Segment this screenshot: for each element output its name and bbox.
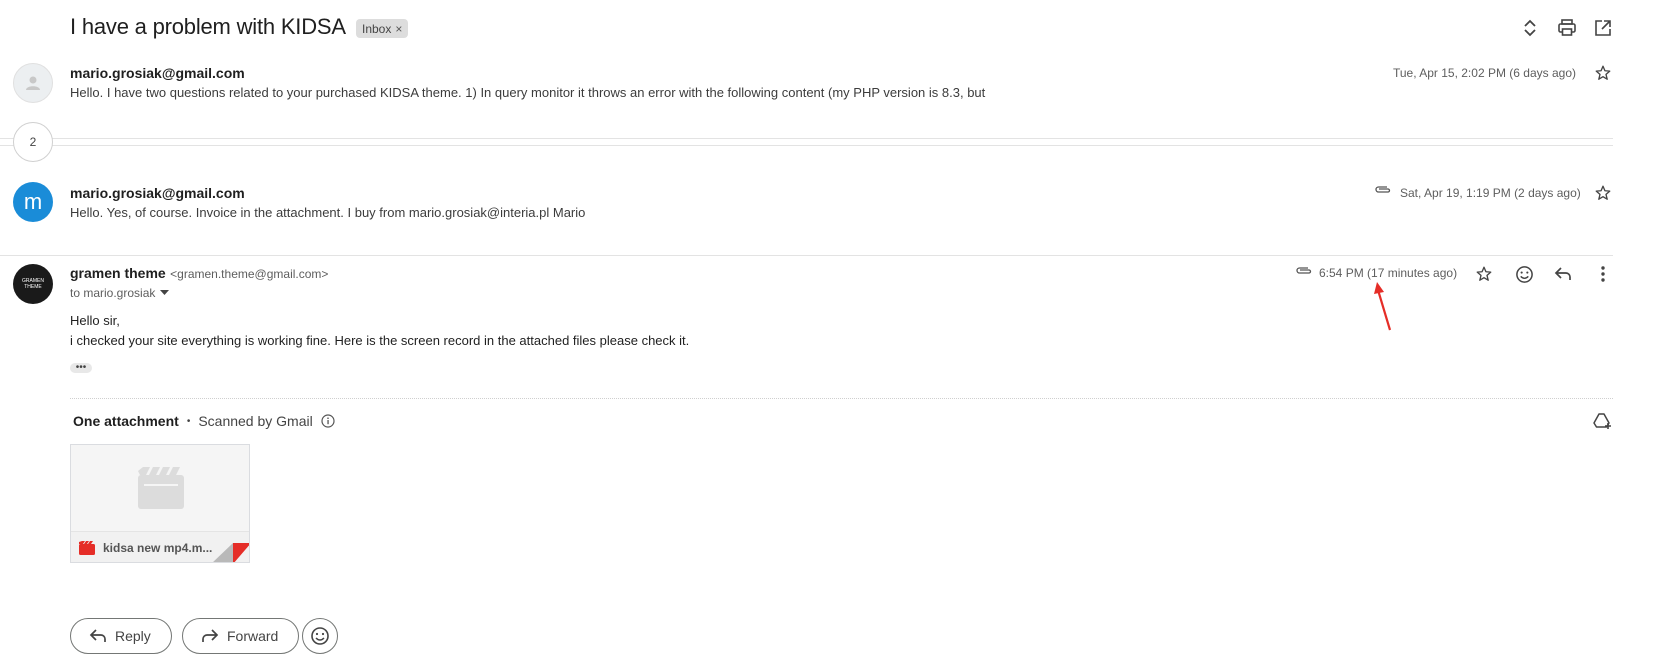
avatar-text: THEME	[24, 284, 42, 290]
attachment-card[interactable]: kidsa new mp4.m...	[70, 444, 250, 563]
thread-subject: I have a problem with KIDSA	[70, 14, 346, 39]
reply-label: Reply	[115, 628, 151, 644]
print-icon[interactable]	[1555, 16, 1579, 40]
forward-icon	[202, 629, 219, 642]
video-file-icon	[138, 467, 184, 509]
sender-name[interactable]: mario.grosiak@gmail.com	[70, 65, 245, 81]
attachment-icon	[1374, 184, 1392, 196]
message-snippet[interactable]: Hello. Yes, of course. Invoice in the at…	[70, 205, 585, 220]
forward-label: Forward	[227, 628, 279, 644]
avatar-gramen-theme: GRAMEN THEME	[13, 264, 53, 304]
attachment-icon	[1295, 265, 1313, 277]
attachment-filename: kidsa new mp4.m...	[103, 541, 213, 555]
inbox-label-chip[interactable]: Inbox ×	[356, 19, 409, 38]
sender-email: <gramen.theme@gmail.com>	[170, 267, 329, 281]
collapsed-divider-bottom	[0, 145, 1613, 146]
attachments-header: One attachment • Scanned by Gmail	[73, 413, 335, 429]
sender-name[interactable]: gramen theme	[70, 265, 166, 281]
reply-icon[interactable]	[1551, 262, 1575, 286]
more-options-icon[interactable]	[1591, 262, 1615, 286]
attachments-divider	[70, 398, 1613, 399]
message-date: 6:54 PM (17 minutes ago)	[1319, 266, 1458, 280]
separator-dot: •	[186, 415, 191, 427]
label-text: Inbox	[362, 21, 392, 36]
star-icon[interactable]	[1472, 262, 1496, 286]
red-arrow-annotation	[1374, 282, 1392, 331]
expand-collapse-icon[interactable]	[1518, 16, 1542, 40]
body-line: Hello sir,	[70, 313, 120, 328]
add-to-drive-icon[interactable]	[1591, 409, 1615, 433]
star-icon[interactable]	[1591, 181, 1615, 205]
avatar-default	[13, 63, 53, 103]
video-type-icon	[79, 541, 95, 555]
page-curl-corner	[213, 543, 249, 562]
chevron-down-icon	[160, 290, 170, 295]
star-icon[interactable]	[1591, 61, 1615, 85]
person-icon	[26, 76, 40, 90]
message-date: Tue, Apr 15, 2:02 PM (6 days ago)	[1393, 66, 1576, 80]
info-icon[interactable]	[321, 414, 335, 428]
collapsed-messages-count[interactable]: 2	[13, 122, 53, 162]
emoji-reaction-button[interactable]	[302, 618, 338, 654]
sender-name[interactable]: mario.grosiak@gmail.com	[70, 185, 245, 201]
show-trimmed-content-button[interactable]: •••	[70, 363, 92, 373]
open-new-window-icon[interactable]	[1591, 16, 1615, 40]
reply-button[interactable]: Reply	[70, 618, 172, 654]
remove-label-button[interactable]: ×	[395, 22, 402, 36]
scanned-by-gmail: Scanned by Gmail	[198, 413, 313, 429]
message-snippet[interactable]: Hello. I have two questions related to y…	[70, 85, 985, 100]
attachments-title: One attachment	[73, 413, 179, 429]
reply-icon	[89, 629, 106, 642]
sender-line: gramen theme <gramen.theme@gmail.com>	[70, 265, 328, 283]
emoji-icon	[311, 627, 329, 645]
message-date: Sat, Apr 19, 1:19 PM (2 days ago)	[1400, 186, 1581, 200]
collapsed-divider-top	[0, 138, 1613, 139]
recipient-details[interactable]: to mario.grosiak	[70, 286, 170, 300]
avatar-m: m	[13, 182, 53, 222]
body-line: i checked your site everything is workin…	[70, 333, 690, 348]
add-reaction-icon[interactable]	[1512, 262, 1536, 286]
to-line: to mario.grosiak	[70, 286, 156, 300]
forward-button[interactable]: Forward	[182, 618, 300, 654]
message-divider	[0, 255, 1613, 256]
